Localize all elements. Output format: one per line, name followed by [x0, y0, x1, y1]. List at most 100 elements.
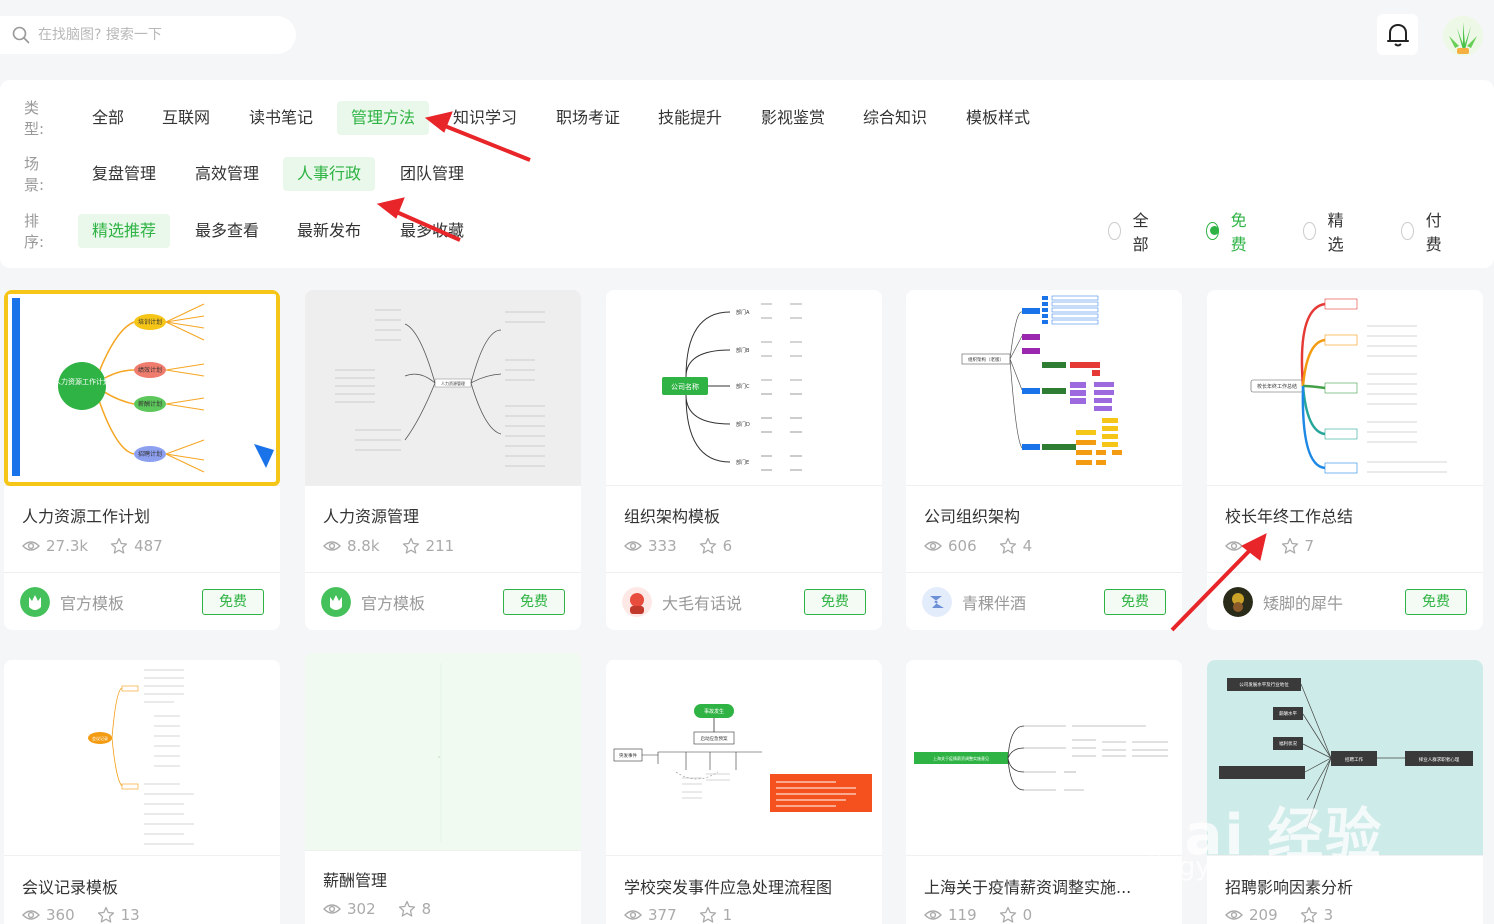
thumb-text: 上海关于疫情薪资调整实施意见 — [933, 755, 989, 761]
thumb-text: 公司发展水平及行业地位 — [1239, 681, 1289, 688]
card-title[interactable]: 薪酬管理 — [323, 867, 387, 891]
card-thumbnail: 人力资源工作计划 培训计划 绩效计划 薪酬计划 招聘计划 — [4, 290, 280, 486]
star-icon — [110, 537, 128, 554]
sort-newest[interactable]: 最新发布 — [283, 214, 375, 248]
card-footer: 官方模板 免费 — [4, 572, 280, 630]
template-card[interactable]: 公司名称 部门A 部门B 部门C 部门D 部门E 组织架构模板 333 6 大毛… — [606, 290, 882, 630]
eye-icon — [924, 910, 942, 920]
sort-featured[interactable]: 精选推荐 — [78, 214, 171, 248]
view-count: 27.3k — [46, 537, 89, 555]
sort-most-favorited[interactable]: 最多收藏 — [386, 214, 478, 248]
card-title[interactable]: 上海关于疫情薪资调整实施... — [924, 874, 1131, 898]
price-all-radio[interactable]: 全部 — [1108, 207, 1154, 255]
type-internet[interactable]: 互联网 — [148, 101, 224, 135]
search-icon — [12, 26, 30, 44]
thumb-text: 人力资源工作计划 — [54, 377, 110, 386]
scene-efficiency[interactable]: 高效管理 — [181, 157, 273, 191]
radio-dot — [1108, 222, 1121, 240]
thumb-text: 会议记录 — [92, 735, 108, 741]
author-avatar — [321, 587, 351, 617]
card-author[interactable]: 官方模板 — [20, 587, 124, 617]
thumb-text: 公司名称 — [671, 382, 699, 391]
type-film[interactable]: 影视鉴赏 — [747, 101, 839, 135]
star-icon — [999, 537, 1016, 554]
card-title[interactable]: 学校突发事件应急处理流程图 — [624, 874, 832, 898]
card-title[interactable]: 人力资源管理 — [323, 503, 419, 527]
filter-panel: 类型: 全部 互联网 读书笔记 管理方法 知识学习 职场考证 技能提升 影视鉴赏… — [0, 80, 1494, 268]
template-card[interactable]: 会议记录 会议记录模板 360 13 — [4, 660, 280, 924]
baidu-watermark-url: jingyan.baidu.com — [1148, 852, 1388, 882]
price-all-label: 全部 — [1132, 211, 1149, 254]
author-name: 青稞伴酒 — [962, 594, 1027, 613]
view-count: 8.8k — [347, 537, 380, 555]
view-count: 0 — [1249, 537, 1259, 555]
star-icon — [699, 906, 716, 923]
search-input[interactable] — [38, 27, 268, 43]
price-paid-radio[interactable]: 付费 — [1401, 207, 1447, 255]
view-count: 302 — [347, 900, 376, 918]
type-general[interactable]: 综合知识 — [849, 101, 941, 135]
card-title[interactable]: 人力资源工作计划 — [22, 503, 150, 527]
type-certification[interactable]: 职场考证 — [542, 101, 634, 135]
price-free-radio[interactable]: 免费 — [1206, 207, 1252, 255]
user-avatar[interactable] — [1443, 16, 1483, 56]
type-management-methods[interactable]: 管理方法 — [337, 101, 430, 135]
eye-icon — [624, 541, 642, 551]
card-title[interactable]: 公司组织架构 — [924, 503, 1020, 527]
free-badge: 免费 — [503, 589, 565, 615]
view-count: 606 — [948, 537, 977, 555]
card-stats: 209 3 — [1225, 906, 1355, 924]
author-name: 官方模板 — [60, 594, 125, 613]
eye-icon — [323, 904, 341, 914]
template-card[interactable]: 人力资源管理 人力资源管理 8.8k 211 官方模板 免费 — [305, 290, 581, 630]
eye-icon — [924, 541, 942, 551]
template-card[interactable]: 事故发生 启动应急预案 突发事件 学校突发事件应急处理流程图 377 1 — [606, 660, 882, 924]
type-template-style[interactable]: 模板样式 — [952, 101, 1044, 135]
card-title[interactable]: 会议记录模板 — [22, 874, 118, 898]
template-card[interactable]: 薪酬管理 302 8 — [305, 653, 581, 924]
card-author[interactable]: 大毛有话说 — [622, 587, 742, 617]
thumb-text: 事故发生 — [704, 708, 724, 715]
star-count: 6 — [722, 537, 733, 555]
card-footer: 青稞伴酒 免费 — [906, 572, 1182, 630]
card-thumbnail: 会议记录 — [4, 660, 280, 856]
card-stats: 119 0 — [924, 906, 1054, 924]
template-card[interactable]: 组织架构（老版） 公司组织架构 606 4 青稞伴酒 免费 — [906, 290, 1182, 630]
sort-most-viewed[interactable]: 最多查看 — [181, 214, 273, 248]
author-name: 大毛有话说 — [662, 594, 743, 613]
star-count: 0 — [1022, 906, 1033, 924]
thumb-text: 部门A — [736, 309, 750, 316]
card-author[interactable]: 矮脚的犀牛 — [1223, 587, 1343, 617]
notification-button[interactable] — [1377, 14, 1418, 55]
card-stats: 8.8k 211 — [323, 537, 476, 555]
search-box[interactable] — [0, 16, 296, 54]
card-author[interactable]: 青稞伴酒 — [922, 587, 1026, 617]
thumb-text: 部门B — [736, 347, 750, 354]
template-card[interactable]: 校长年终工作总结 校长年终工作总结 0 7 矮脚的犀牛 免费 — [1207, 290, 1483, 630]
radio-dot — [1303, 222, 1316, 240]
eye-icon — [1225, 910, 1243, 920]
thumb-text: 招聘工作 — [1345, 756, 1363, 763]
scene-review[interactable]: 复盘管理 — [78, 157, 170, 191]
scene-team[interactable]: 团队管理 — [386, 157, 478, 191]
author-name: 官方模板 — [361, 594, 426, 613]
scene-hr-admin[interactable]: 人事行政 — [283, 157, 376, 191]
author-avatar — [20, 587, 50, 617]
card-author[interactable]: 官方模板 — [321, 587, 425, 617]
card-title[interactable]: 校长年终工作总结 — [1225, 503, 1353, 527]
price-paid-label: 付费 — [1425, 211, 1442, 254]
thumb-text: 人力资源管理 — [441, 380, 465, 386]
type-reading-notes[interactable]: 读书笔记 — [235, 101, 327, 135]
card-title[interactable]: 组织架构模板 — [624, 503, 720, 527]
thumb-text: 培训计划 — [138, 318, 162, 326]
thumb-text: 薪酬水平 — [1279, 710, 1297, 717]
price-featured-radio[interactable]: 精选 — [1303, 207, 1349, 255]
template-card[interactable]: 人力资源工作计划 培训计划 绩效计划 薪酬计划 招聘计划 人力资源工作计划 27… — [4, 290, 280, 630]
thumb-text: 校长年终工作总结 — [1257, 383, 1297, 390]
type-knowledge[interactable]: 知识学习 — [439, 101, 531, 135]
type-skills[interactable]: 技能提升 — [644, 101, 736, 135]
type-all[interactable]: 全部 — [78, 101, 138, 135]
eye-icon — [323, 541, 341, 551]
sort-label: 排序: — [24, 212, 45, 251]
author-avatar — [922, 587, 952, 617]
